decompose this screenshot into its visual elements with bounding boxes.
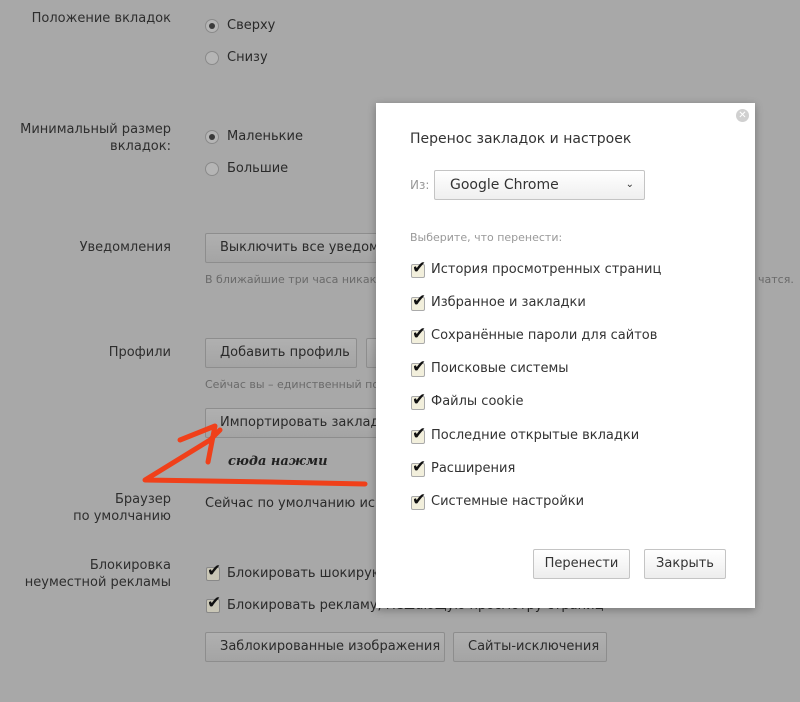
radio-small-label: Маленькие [227,129,303,144]
import-item-checkbox[interactable] [411,324,426,345]
import-item-checkbox[interactable] [411,357,426,378]
radio-small[interactable] [205,130,219,144]
import-item-label: Сохранённые пароли для сайтов [431,328,658,344]
transfer-button[interactable]: Перенести [533,549,630,579]
add-profile-button[interactable]: Добавить профиль [205,338,357,368]
radio-bottom[interactable] [205,51,219,65]
choose-label: Выберите, что перенести: [410,231,563,244]
min-tab-size-label: Минимальный размер вкладок: [20,121,171,155]
label-line: Блокировка [89,558,171,573]
disable-notifications-button[interactable]: Выключить все уведомл [205,233,405,263]
browser-select[interactable]: Google Chrome ⌄ [434,170,645,200]
import-item-label: Поисковые системы [431,361,569,377]
label-line: Браузер [115,492,171,507]
browser-select-value: Google Chrome [450,177,559,193]
radio-top[interactable] [205,19,219,33]
annotation-text: сюда нажми [228,454,328,469]
label-line: вкладок: [110,139,171,154]
blocked-images-button[interactable]: Заблокированные изображения [205,632,445,662]
profiles-hint: Сейчас вы – единственный по [205,378,380,391]
import-dialog: ✕ Перенос закладок и настроек Из: Google… [376,103,755,608]
tabs-position-label: Положение вкладок [31,11,171,26]
default-browser-label: Браузер по умолчанию [73,491,171,525]
radio-bottom-label: Снизу [227,50,268,65]
label-line: Минимальный размер [20,122,171,137]
notifications-hint: В ближайшие три часа никаки [205,273,384,286]
import-item-checkbox[interactable] [411,490,426,510]
close-button[interactable]: Закрыть [644,549,726,579]
import-item-checkbox[interactable] [411,258,426,278]
block-shocking-label: Блокировать шокирую [227,566,383,581]
import-item-label: Последние открытые вкладки [431,427,640,443]
import-item-label: История просмотренных страниц [431,262,662,277]
block-shocking-checkbox[interactable] [206,561,221,581]
label-line: неуместной рекламы [24,575,171,590]
exception-sites-button[interactable]: Сайты-исключения [453,632,607,662]
default-browser-text: Сейчас по умолчанию исп [205,496,384,511]
dialog-title: Перенос закладок и настроек [410,131,632,147]
import-item-checkbox[interactable] [411,390,426,411]
import-item-label: Избранное и закладки [431,295,586,311]
block-intrusive-checkbox[interactable] [206,593,221,613]
radio-top-label: Сверху [227,18,276,33]
label-line: по умолчанию [73,509,171,524]
profiles-label: Профили [108,345,171,360]
import-item-checkbox[interactable] [411,291,426,312]
import-item-checkbox[interactable] [411,424,426,444]
ad-block-label: Блокировка неуместной рекламы [25,557,171,591]
notifications-hint-end: чатся. [758,273,794,286]
import-item-label: Системные настройки [431,493,585,509]
from-label: Из: [410,178,430,192]
radio-large-label: Большие [227,161,289,176]
close-icon[interactable]: ✕ [736,109,749,122]
chevron-down-icon: ⌄ [625,179,634,190]
import-item-checkbox[interactable] [411,457,426,477]
import-item-label: Расширения [431,460,516,476]
notifications-label: Уведомления [79,240,171,255]
import-item-label: Файлы cookie [431,394,524,410]
radio-large[interactable] [205,162,219,176]
